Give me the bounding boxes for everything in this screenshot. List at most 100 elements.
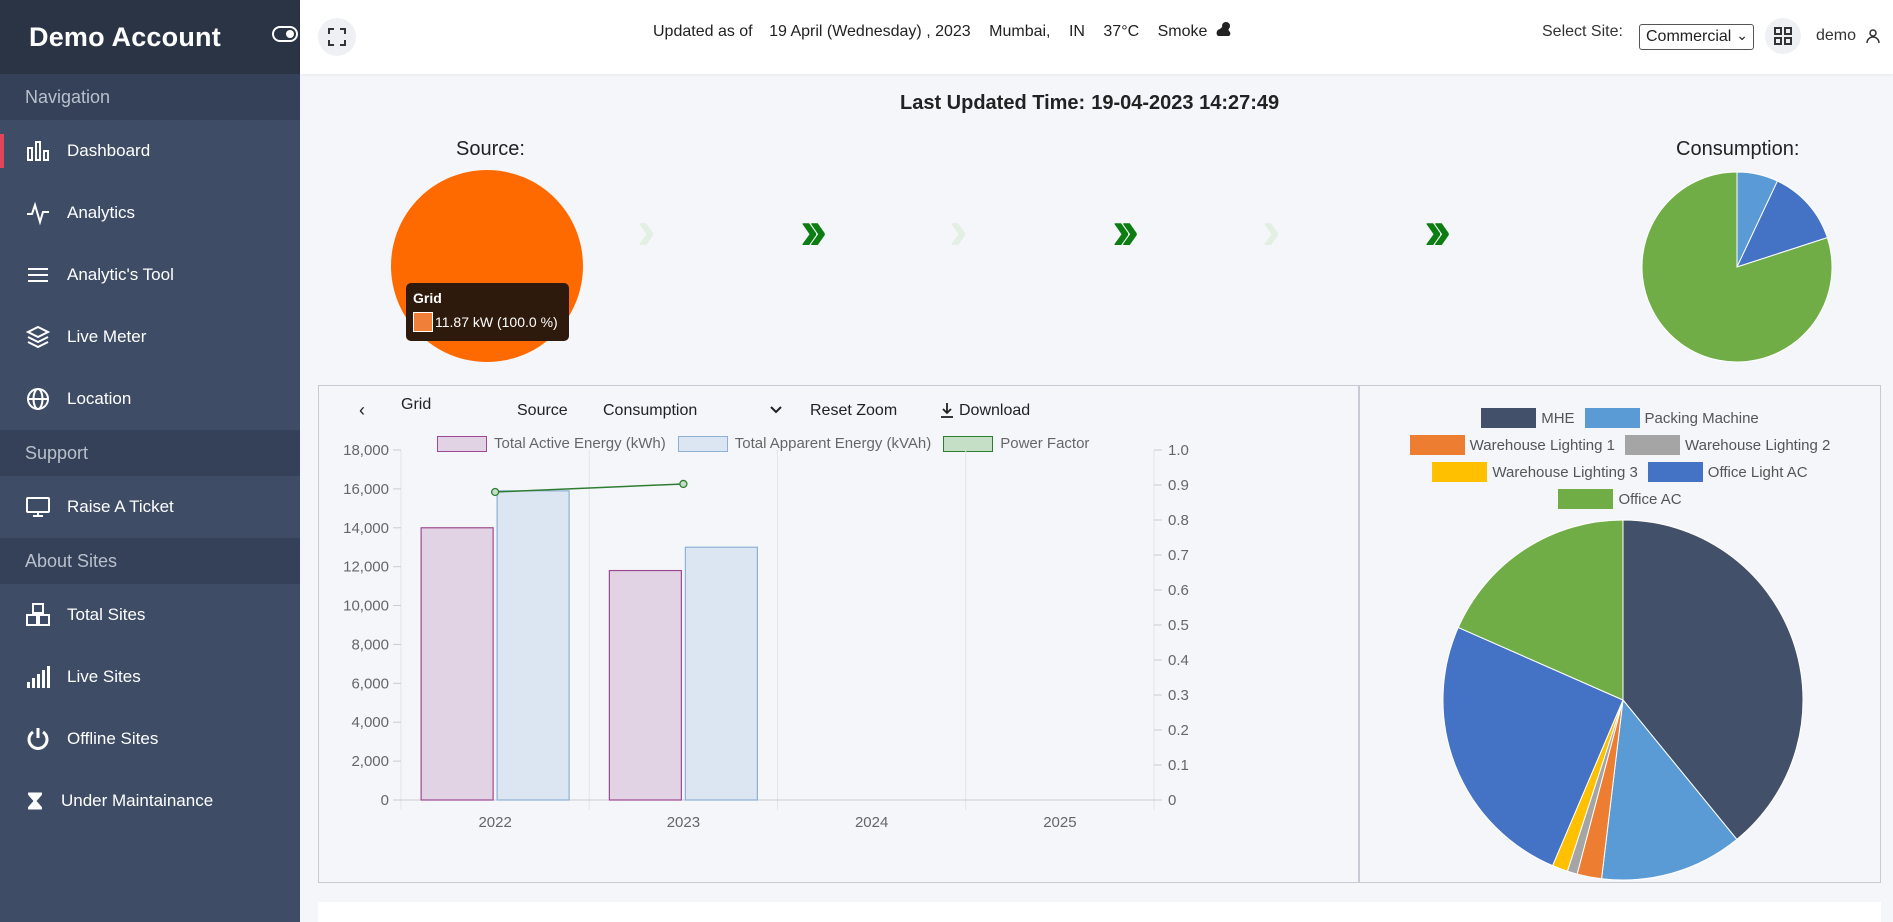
x-tick-label: 2024 <box>855 814 888 831</box>
fullscreen-icon <box>328 28 346 46</box>
sidebar-item-total-sites[interactable]: Total Sites <box>0 584 300 646</box>
sidebar-item-offline-sites[interactable]: Offline Sites <box>0 708 300 770</box>
footer-strip <box>318 902 1881 922</box>
y2-tick-label: 0.3 <box>1168 687 1189 704</box>
legend-item-warehouse-lighting-3[interactable]: Warehouse Lighting 3 <box>1432 462 1638 482</box>
active-energy-bar <box>420 527 494 801</box>
weather-city: Mumbai, <box>989 23 1051 40</box>
pie-legend: MHE Packing Machine Warehouse Lighting 1… <box>1360 408 1880 516</box>
weather-country: IN <box>1068 23 1085 40</box>
tooltip-value: 11.87 kW (100.0 %) <box>435 314 558 330</box>
sidebar-item-raise-ticket[interactable]: Raise A Ticket <box>0 476 300 538</box>
consumption-breakdown-panel: MHE Packing Machine Warehouse Lighting 1… <box>1359 385 1881 883</box>
sidebar-toggle-icon[interactable] <box>272 26 298 42</box>
signal-icon <box>27 666 50 688</box>
legend-swatch <box>1481 408 1537 428</box>
weather-temperature: 37°C <box>1103 23 1140 40</box>
x-tick-label: 2022 <box>478 814 511 831</box>
monitor-icon <box>26 497 50 517</box>
sidebar: Demo Account Navigation Dashboard Analyt… <box>0 0 300 922</box>
legend-item-packing-machine[interactable]: Packing Machine <box>1584 408 1759 428</box>
legend-item-mhe[interactable]: MHE <box>1481 408 1575 428</box>
last-updated-value: 19-04-2023 14:27:49 <box>1091 92 1280 114</box>
sidebar-item-label: Total Sites <box>67 605 146 624</box>
y2-tick-label: 0 <box>1168 792 1176 809</box>
tab-consumption[interactable]: Consumption <box>603 402 697 420</box>
consumption-pie-chart <box>1442 519 1804 881</box>
hourglass-icon <box>28 792 42 810</box>
apparent-energy-bar <box>496 490 570 801</box>
legend-item-office-ac[interactable]: Office AC <box>1558 489 1682 509</box>
sidebar-item-label: Offline Sites <box>67 729 159 748</box>
tab-source[interactable]: Source <box>517 402 568 420</box>
sidebar-item-under-maintainance[interactable]: Under Maintainance <box>0 770 300 832</box>
consumption-pie-small[interactable] <box>1640 170 1835 365</box>
weather-bar: Updated as of 19 April (Wednesday) , 202… <box>653 20 1234 41</box>
sidebar-item-live-meter[interactable]: Live Meter <box>0 306 300 368</box>
flow-arrow-faint: › <box>949 198 968 261</box>
legend-label: Warehouse Lighting 1 <box>1469 436 1615 454</box>
tooltip-swatch <box>413 312 433 332</box>
power-factor-point <box>490 487 500 497</box>
sidebar-item-label: Under Maintainance <box>61 791 214 810</box>
sidebar-item-analytics-tool[interactable]: Analytic's Tool <box>0 244 300 306</box>
sidebar-item-label: Analytics <box>67 203 136 222</box>
updated-prefix: Updated as of <box>653 23 753 40</box>
source-tooltip: Grid 11.87 kW (100.0 %) <box>406 283 569 341</box>
tooltip-row: 11.87 kW (100.0 %) <box>413 312 562 332</box>
sidebar-item-live-sites[interactable]: Live Sites <box>0 646 300 708</box>
y2-tick-label: 0.8 <box>1168 512 1189 529</box>
chevron-down-icon[interactable] <box>770 406 782 414</box>
power-factor-point <box>679 479 688 489</box>
menu-icon <box>28 268 48 282</box>
grid-icon <box>1774 27 1792 45</box>
flow-arrow-strong: ›› <box>1424 198 1451 261</box>
back-chevron-icon[interactable]: ‹ <box>359 400 365 421</box>
y2-tick-label: 0.1 <box>1168 757 1189 774</box>
download-button[interactable]: Download <box>959 402 1030 420</box>
y-tick-label: 4,000 <box>351 714 389 731</box>
flow-arrow-strong: ›› <box>800 198 827 261</box>
sidebar-item-label: Live Sites <box>67 667 141 686</box>
y2-tick-label: 1.0 <box>1168 442 1189 459</box>
apps-button[interactable] <box>1765 18 1801 54</box>
sidebar-item-label: Live Meter <box>67 327 147 346</box>
energy-bar-chart: 0 2,000 4,000 6,000 8,000 10,000 12,000 14,000 1… <box>343 442 1189 831</box>
site-select[interactable]: Commercial ⌄ <box>1639 24 1754 50</box>
legend-swatch <box>1584 408 1640 428</box>
reset-zoom-button[interactable]: Reset Zoom <box>810 402 897 420</box>
sidebar-item-label: Analytic's Tool <box>67 265 174 284</box>
energy-chart-panel: ‹ Grid Source Consumption Reset Zoom Dow… <box>318 385 1359 883</box>
legend-swatch <box>1432 462 1488 482</box>
y2-tick-label: 0.2 <box>1168 722 1189 739</box>
sidebar-item-dashboard[interactable]: Dashboard <box>0 120 300 182</box>
legend-swatch <box>1409 435 1465 455</box>
x-tick-label: 2023 <box>667 814 700 831</box>
cubes-icon <box>26 603 50 626</box>
legend-label: MHE <box>1541 409 1575 427</box>
y-tick-label: 2,000 <box>351 753 389 770</box>
fullscreen-button[interactable] <box>318 18 356 56</box>
brand-title: Demo Account <box>29 21 221 52</box>
tab-grid[interactable]: Grid <box>401 396 431 414</box>
consumption-label: Consumption: <box>1676 138 1800 160</box>
sidebar-item-analytics[interactable]: Analytics <box>0 182 300 244</box>
last-updated-label: Last Updated Time: <box>900 92 1086 114</box>
section-about-sites: About Sites <box>0 538 300 584</box>
weather-condition: Smoke <box>1157 23 1208 40</box>
user-icon[interactable] <box>1865 28 1881 44</box>
y-tick-label: 14,000 <box>343 520 389 537</box>
legend-item-warehouse-lighting-1[interactable]: Warehouse Lighting 1 <box>1409 435 1615 455</box>
flow-arrow-faint: › <box>1262 198 1281 261</box>
last-updated: Last Updated Time: 19-04-2023 14:27:49 <box>900 92 1279 115</box>
legend-row: Office AC <box>1360 489 1880 509</box>
legend-item-office-light-ac[interactable]: Office Light AC <box>1647 462 1808 482</box>
weather-date: 19 April (Wednesday) , 2023 <box>769 23 971 40</box>
sidebar-item-location[interactable]: Location <box>0 368 300 430</box>
y-tick-label: 10,000 <box>343 598 389 615</box>
legend-label: Warehouse Lighting 3 <box>1492 463 1638 481</box>
legend-swatch <box>1647 462 1703 482</box>
legend-item-warehouse-lighting-2[interactable]: Warehouse Lighting 2 <box>1625 435 1830 455</box>
user-name[interactable]: demo <box>1816 27 1856 45</box>
download-icon[interactable] <box>940 402 954 418</box>
